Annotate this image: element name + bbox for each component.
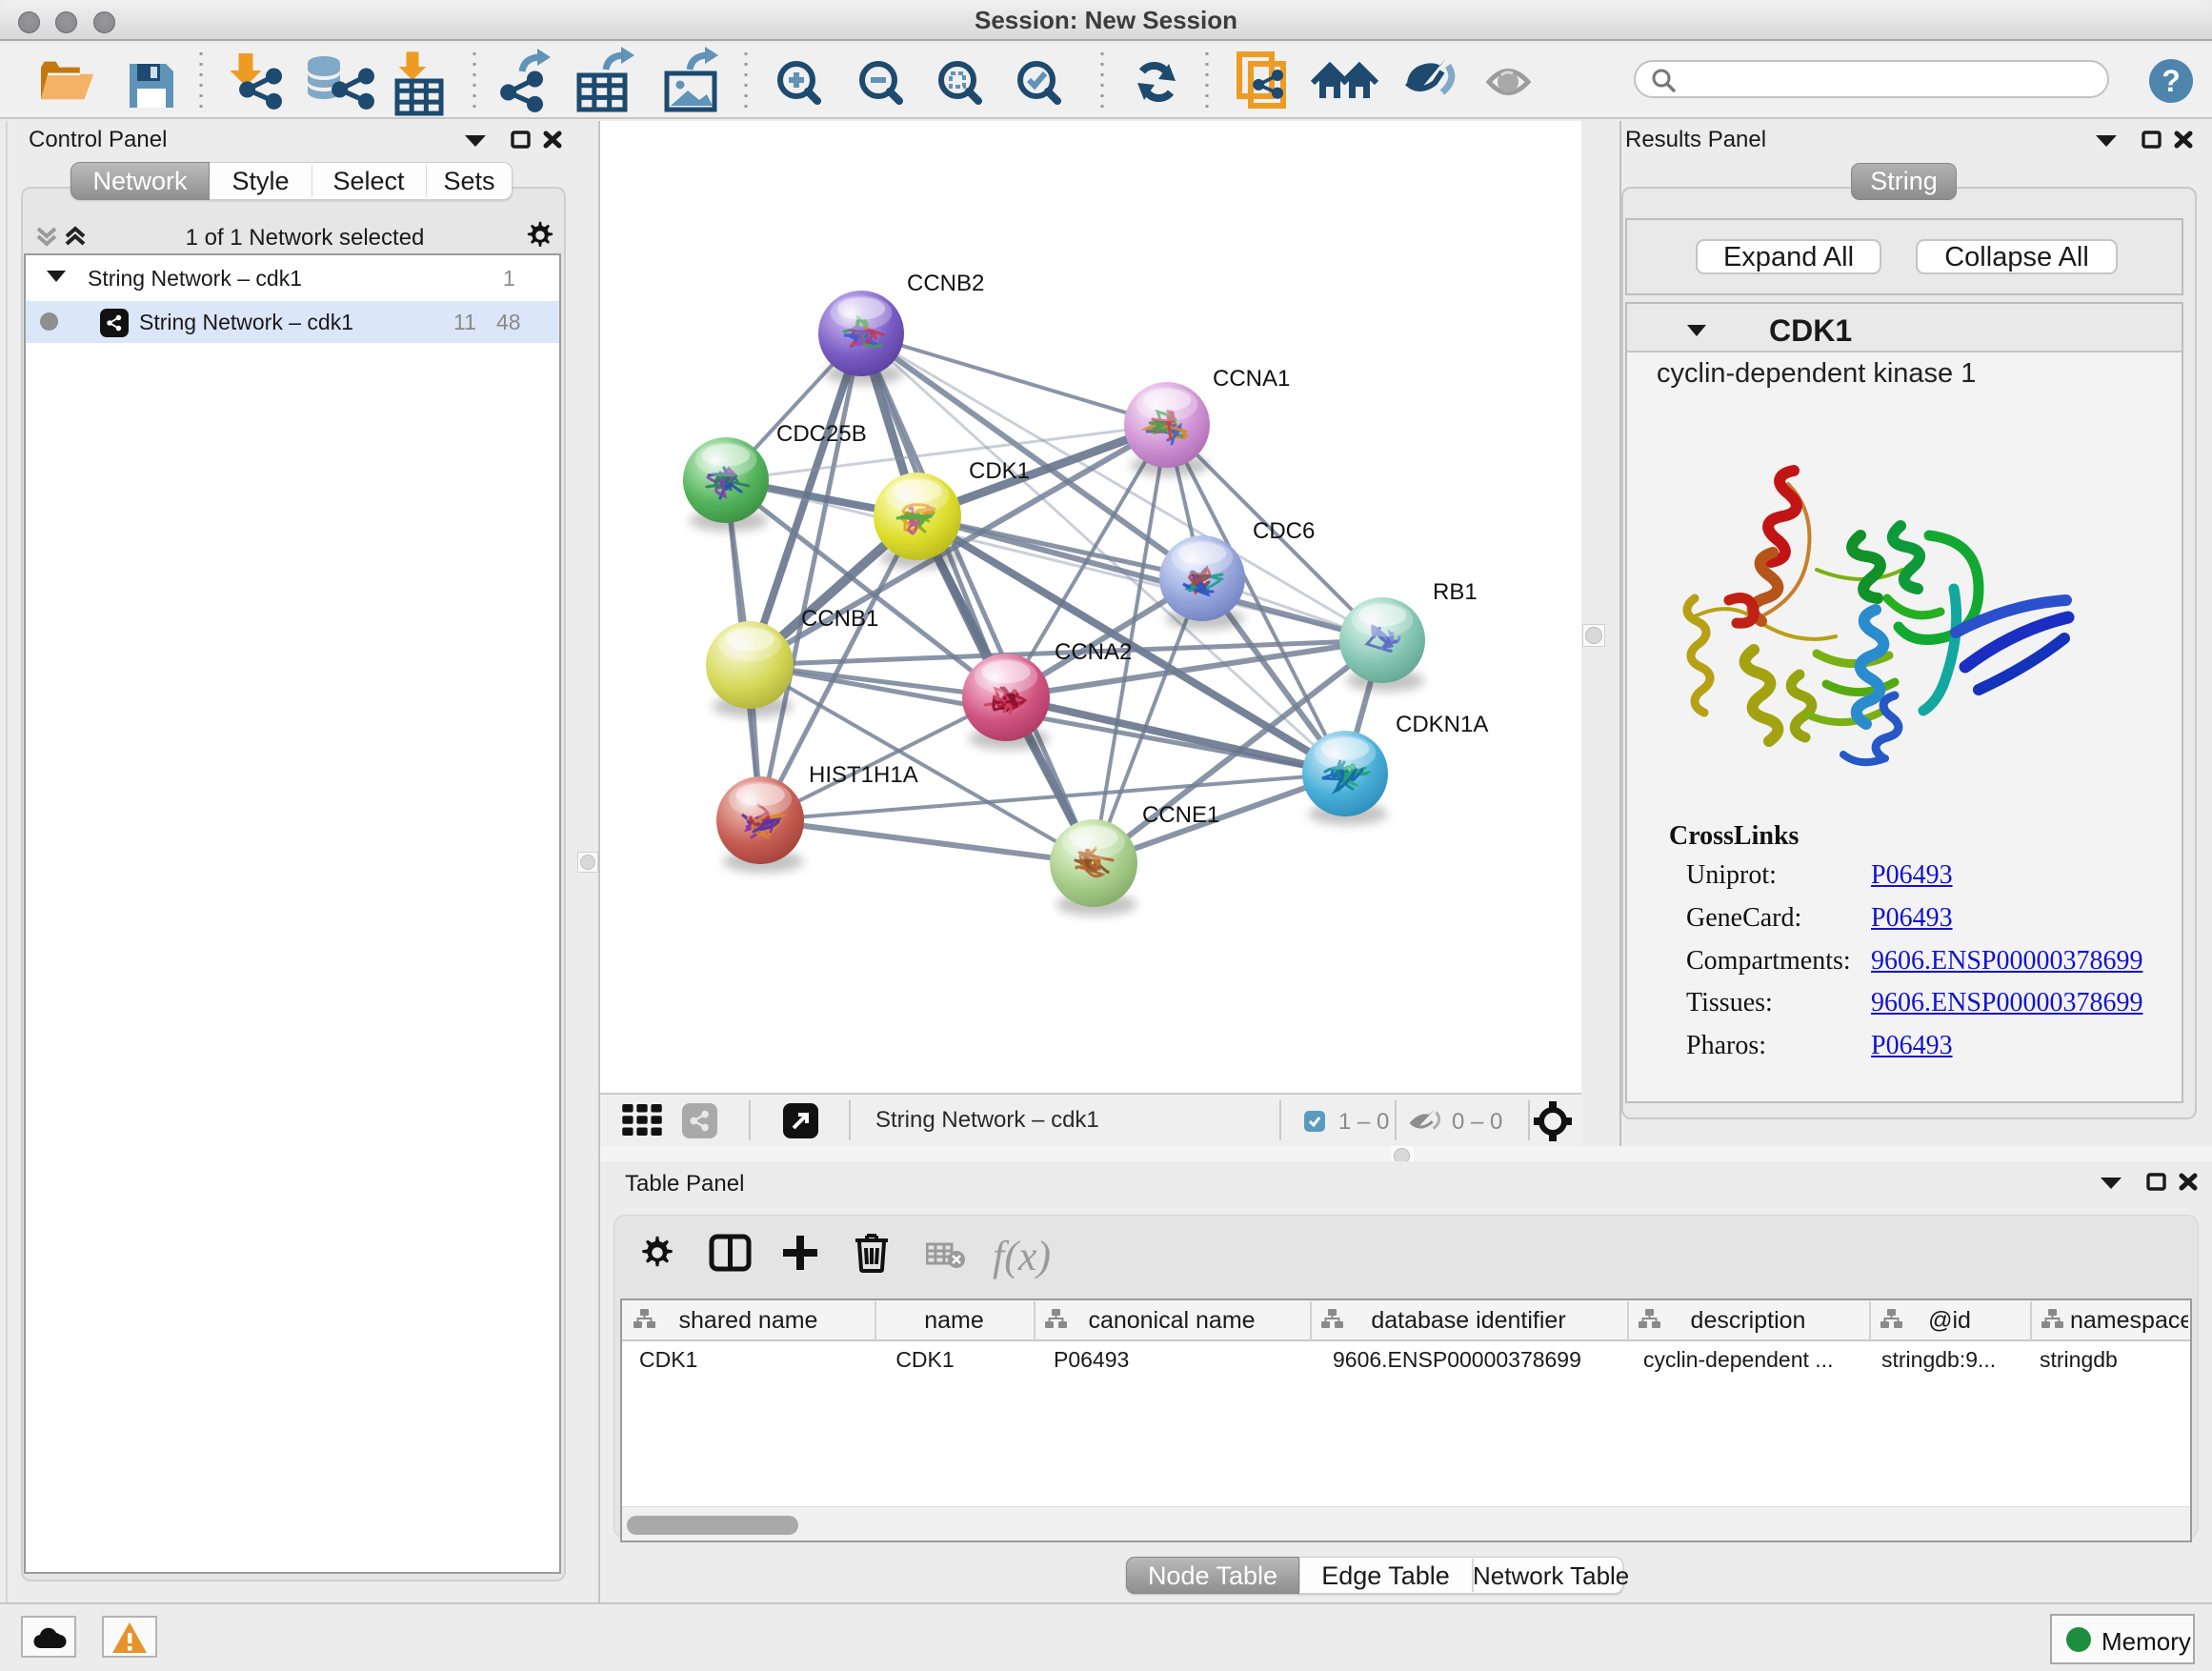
svg-text:CCNA2: CCNA2 — [1055, 639, 1132, 665]
svg-text:CCNB2: CCNB2 — [907, 271, 984, 296]
svg-text:RB1: RB1 — [1433, 579, 1478, 605]
svg-text:CDC6: CDC6 — [1253, 518, 1315, 544]
svg-text:CCNE1: CCNE1 — [1142, 802, 1219, 828]
svg-text:CDKN1A: CDKN1A — [1396, 712, 1488, 737]
svg-text:HIST1H1A: HIST1H1A — [809, 762, 918, 788]
svg-text:CCNA1: CCNA1 — [1213, 366, 1290, 392]
svg-text:CCNB1: CCNB1 — [801, 606, 878, 632]
svg-text:CDC25B: CDC25B — [776, 421, 867, 447]
svg-text:CDK1: CDK1 — [969, 458, 1030, 484]
